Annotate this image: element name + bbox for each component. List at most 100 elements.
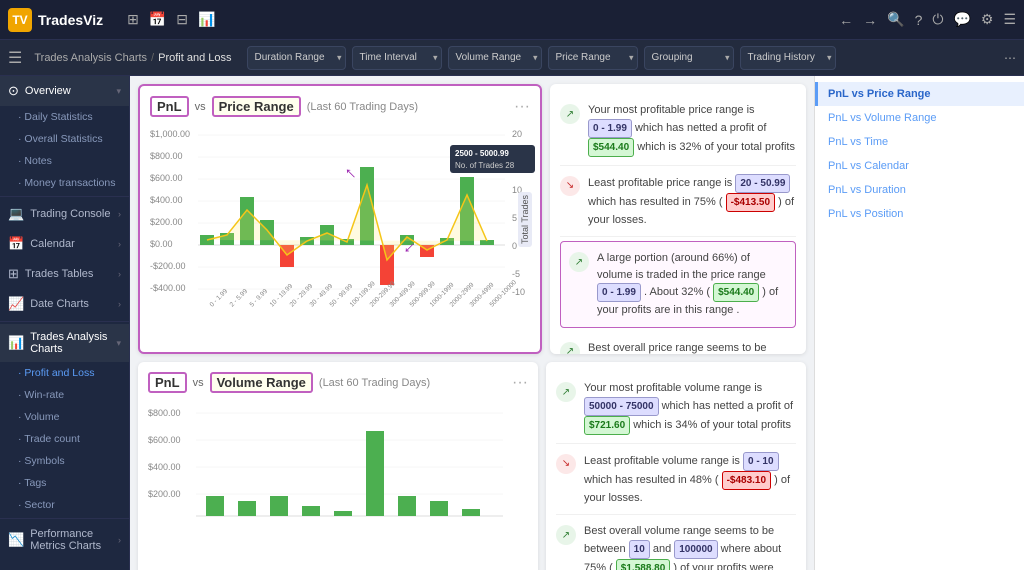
- calendar-sidebar-icon: 📅: [8, 236, 24, 252]
- sidebar-item-daily-statistics[interactable]: · Daily Statistics: [0, 106, 129, 128]
- insight-up-icon-3: ↗: [569, 252, 589, 272]
- insight-badge-range-3: 0 - 1.99: [597, 283, 641, 302]
- logo[interactable]: TV TradesViz: [8, 8, 103, 32]
- sidebar-toggle[interactable]: ☰: [8, 48, 22, 68]
- back-icon[interactable]: ←: [839, 12, 853, 28]
- svg-text:$200.00: $200.00: [148, 489, 181, 499]
- insight2-badge-range-1: 50000 - 75000: [584, 397, 659, 416]
- sidebar-item-notes[interactable]: · Notes: [0, 150, 129, 172]
- time-interval-filter[interactable]: Time Interval: [352, 46, 442, 70]
- date-charts-icon: 📈: [8, 296, 24, 312]
- chart1-more-icon[interactable]: ···: [514, 98, 530, 116]
- insight2-text-3: Best overall volume range seems to be be…: [584, 523, 796, 570]
- duration-range-filter[interactable]: Duration Range: [247, 46, 346, 70]
- calendar-nav-icon[interactable]: 📅: [149, 11, 166, 28]
- rpn-item-pnl-position[interactable]: PnL vs Position: [815, 202, 1024, 226]
- forward-icon[interactable]: →: [863, 12, 877, 28]
- rpn-item-pnl-time[interactable]: PnL vs Time: [815, 130, 1024, 154]
- sidebar-item-win-rate[interactable]: · Win-rate: [0, 384, 129, 406]
- sidebar-item-overview[interactable]: ⊙ Overview ▾: [0, 76, 129, 106]
- breadcrumb-more-icon[interactable]: ⋯: [1004, 51, 1016, 65]
- home-icon[interactable]: ⊞: [127, 11, 139, 28]
- trades-tables-arrow: ›: [118, 269, 121, 279]
- breadcrumb-item-2[interactable]: Profit and Loss: [158, 52, 231, 64]
- svg-text:$200.00: $200.00: [150, 217, 183, 227]
- sidebar-trades-analysis-label: Trades Analysis Charts: [30, 331, 110, 355]
- sidebar-date-charts-label: Date Charts: [30, 298, 89, 310]
- trading-history-filter-wrap: Trading History: [740, 46, 836, 70]
- help-icon[interactable]: ?: [915, 12, 923, 28]
- sidebar-item-trades-tables[interactable]: ⊞ Trades Tables ›: [0, 259, 129, 289]
- chart2-more-icon[interactable]: ···: [512, 374, 528, 392]
- trading-console-arrow: ›: [118, 209, 121, 219]
- settings-icon[interactable]: ⚙: [981, 11, 994, 28]
- insight2-badge-range-3b: 100000: [674, 540, 717, 559]
- sidebar-item-calendar[interactable]: 📅 Calendar ›: [0, 229, 129, 259]
- pnl-price-range-card: PnL vs Price Range (Last 60 Trading Days…: [138, 84, 542, 354]
- svg-text:$400.00: $400.00: [148, 462, 181, 472]
- insight2-item-2: ↘ Least profitable volume range is 0 - 1…: [556, 444, 796, 516]
- sidebar-item-trade-count[interactable]: · Trade count: [0, 428, 129, 450]
- trades-analysis-icon: 📊: [8, 335, 24, 351]
- sidebar-item-date-charts[interactable]: 📈 Date Charts ›: [0, 289, 129, 319]
- sidebar-item-tags[interactable]: · Tags: [0, 472, 129, 494]
- trades-analysis-arrow: ▾: [116, 338, 121, 349]
- trading-console-icon: 💻: [8, 206, 24, 222]
- insight2-badge-profit-1: $721.60: [584, 416, 630, 435]
- power-icon[interactable]: ⏻: [932, 11, 943, 28]
- svg-text:-$400.00: -$400.00: [150, 283, 186, 293]
- sidebar-item-profit-and-loss[interactable]: · Profit and Loss: [0, 362, 129, 384]
- price-range-filter-wrap: Price Range: [548, 46, 638, 70]
- insight-badge-profit-1: $544.40: [588, 138, 634, 157]
- sidebar-trading-console-label: Trading Console: [30, 208, 110, 220]
- rpn-item-pnl-price[interactable]: PnL vs Price Range: [815, 82, 1024, 106]
- svg-text:$0.00: $0.00: [150, 239, 173, 249]
- sidebar-item-trading-console[interactable]: 💻 Trading Console ›: [0, 199, 129, 229]
- svg-text:2500 - 5000.99: 2500 - 5000.99: [455, 149, 509, 158]
- rpn-item-pnl-duration[interactable]: PnL vs Duration: [815, 178, 1024, 202]
- rpn-item-pnl-volume[interactable]: PnL vs Volume Range: [815, 106, 1024, 130]
- breadcrumb-item-1[interactable]: Trades Analysis Charts: [34, 52, 147, 64]
- insight-text-3: A large portion (around 66%) of volume i…: [597, 250, 787, 319]
- overview-icon: ⊙: [8, 83, 19, 99]
- right-panel: PnL vs Price Range PnL vs Volume Range P…: [814, 76, 1024, 570]
- insight-card-2: ↗ Your most profitable volume range is 5…: [546, 362, 806, 570]
- svg-text:0: 0: [512, 241, 517, 251]
- sidebar-item-symbols[interactable]: · Symbols: [0, 450, 129, 472]
- sidebar-item-overall-statistics[interactable]: · Overall Statistics: [0, 128, 129, 150]
- insight2-badge-profit-3: $1,588.80: [616, 559, 671, 570]
- duration-range-filter-wrap: Duration Range: [247, 46, 346, 70]
- svg-text:5 - 9.99: 5 - 9.99: [249, 288, 270, 309]
- chart-nav-icon[interactable]: 📊: [198, 11, 215, 28]
- sidebar-item-money-transactions[interactable]: · Money transactions: [0, 172, 129, 194]
- chart2-days: (Last 60 Trading Days): [319, 377, 430, 389]
- svg-text:$600.00: $600.00: [148, 435, 181, 445]
- sidebar-item-trades-analysis[interactable]: 📊 Trades Analysis Charts ▾: [0, 324, 129, 362]
- sidebar: ⊙ Overview ▾ · Daily Statistics · Overal…: [0, 76, 130, 570]
- sidebar-item-performance-metrics[interactable]: 📉 Performance Metrics Charts ›: [0, 521, 129, 559]
- top-nav-right: ← → 🔍 ? ⏻ 💬 ⚙ ☰: [839, 11, 1016, 28]
- insight-badge-range-1: 0 - 1.99: [588, 119, 632, 138]
- filter-bar: Duration Range Time Interval Volume Rang…: [247, 46, 836, 70]
- pnl-volume-range-card: PnL vs Volume Range (Last 60 Trading Day…: [138, 362, 538, 570]
- insight2-up-icon-3: ↗: [556, 525, 576, 545]
- time-interval-filter-wrap: Time Interval: [352, 46, 442, 70]
- sidebar-calendar-label: Calendar: [30, 238, 75, 250]
- search-icon[interactable]: 🔍: [887, 11, 904, 28]
- total-trades-vertical-label: Total Trades: [518, 192, 532, 247]
- trading-history-filter[interactable]: Trading History: [740, 46, 836, 70]
- menu-icon[interactable]: ☰: [1003, 11, 1016, 28]
- chat-icon[interactable]: 💬: [953, 11, 970, 28]
- sidebar-item-volume[interactable]: · Volume: [0, 406, 129, 428]
- chart1-days: (Last 60 Trading Days): [307, 101, 418, 113]
- app-name: TradesViz: [38, 12, 103, 28]
- price-range-filter[interactable]: Price Range: [548, 46, 638, 70]
- grid-icon[interactable]: ⊟: [176, 11, 188, 28]
- rpn-item-pnl-calendar[interactable]: PnL vs Calendar: [815, 154, 1024, 178]
- grouping-filter[interactable]: Grouping: [644, 46, 734, 70]
- overview-arrow-icon: ▾: [116, 86, 121, 97]
- volume-range-filter[interactable]: Volume Range: [448, 46, 542, 70]
- sidebar-item-sector[interactable]: · Sector: [0, 494, 129, 516]
- svg-text:No. of Trades 28: No. of Trades 28: [455, 161, 515, 170]
- insight-item-2: ↘ Least profitable price range is 20 - 5…: [560, 166, 796, 238]
